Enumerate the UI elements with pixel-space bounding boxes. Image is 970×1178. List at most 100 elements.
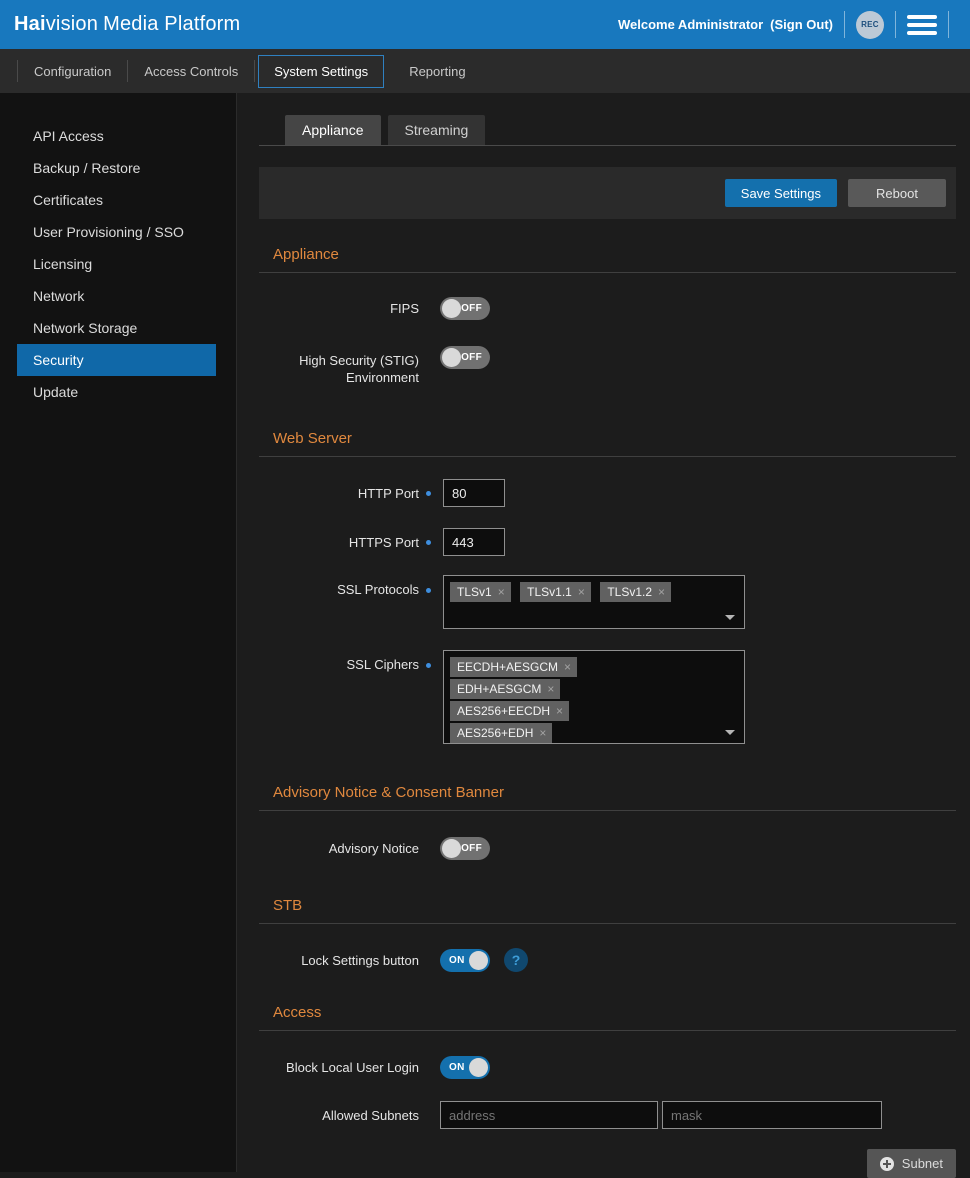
app-header: HaivisionMedia Platform Welcome Administ… xyxy=(0,0,970,49)
sign-out-link[interactable]: (Sign Out) xyxy=(770,17,833,32)
ssl-ciphers-select[interactable]: EECDH+AESGCM × EDH+AESGCM × AES256+EECDH… xyxy=(443,650,745,744)
http-port-input[interactable] xyxy=(443,479,505,507)
dropdown-caret-icon[interactable] xyxy=(725,615,735,620)
tab-streaming[interactable]: Streaming xyxy=(388,115,486,145)
logo-text-vision: vision xyxy=(46,13,98,35)
sidebar-item-network-storage[interactable]: Network Storage xyxy=(17,312,216,344)
https-port-input[interactable] xyxy=(443,528,505,556)
sidebar-item-licensing[interactable]: Licensing xyxy=(17,248,216,280)
advisory-notice-row: Advisory Notice OFF xyxy=(259,837,956,860)
remove-tag-icon[interactable]: × xyxy=(578,585,585,599)
menu-icon[interactable] xyxy=(907,13,937,37)
section-web-server: Web Server HTTP Port HTTPS Port SSL Prot… xyxy=(259,430,956,744)
remove-tag-icon[interactable]: × xyxy=(539,726,546,740)
toggle-knob xyxy=(442,348,461,367)
header-divider xyxy=(948,11,949,38)
sidebar-item-security[interactable]: Security xyxy=(17,344,216,376)
remove-tag-icon[interactable]: × xyxy=(564,660,571,674)
remove-tag-icon[interactable]: × xyxy=(556,704,563,718)
ssl-protocols-label: SSL Protocols xyxy=(259,575,419,598)
subnet-mask-input[interactable] xyxy=(662,1101,882,1129)
logo-text-hai: Hai xyxy=(14,13,46,35)
toggle-state-label: OFF xyxy=(461,303,482,314)
sidebar-item-backup-restore[interactable]: Backup / Restore xyxy=(17,152,216,184)
tab-bar: Appliance Streaming xyxy=(259,115,956,146)
fips-toggle[interactable]: OFF xyxy=(440,297,490,320)
nav-item-reporting[interactable]: Reporting xyxy=(393,55,481,88)
block-local-login-toggle[interactable]: ON xyxy=(440,1056,490,1079)
nav-item-system-settings[interactable]: System Settings xyxy=(258,55,384,88)
sidebar: API Access Backup / Restore Certificates… xyxy=(0,93,237,1172)
toggle-knob xyxy=(442,299,461,318)
sidebar-item-user-provisioning-sso[interactable]: User Provisioning / SSO xyxy=(17,216,216,248)
app-logo: HaivisionMedia Platform xyxy=(14,13,240,36)
sidebar-item-certificates[interactable]: Certificates xyxy=(17,184,216,216)
add-subnet-button-label: Subnet xyxy=(902,1156,943,1171)
nav-divider xyxy=(254,60,255,82)
welcome-text: Welcome Administrator xyxy=(618,17,763,32)
toggle-knob xyxy=(469,951,488,970)
https-port-label: HTTPS Port xyxy=(259,534,419,551)
lock-settings-toggle[interactable]: ON xyxy=(440,949,490,972)
toggle-knob xyxy=(469,1058,488,1077)
ssl-protocols-select[interactable]: TLSv1 × TLSv1.1 × TLSv1.2 × xyxy=(443,575,745,629)
toggle-state-label: OFF xyxy=(461,843,482,854)
tab-appliance[interactable]: Appliance xyxy=(285,115,381,145)
https-port-row: HTTPS Port xyxy=(259,528,956,556)
ssl-cipher-tag: AES256+EECDH × xyxy=(450,701,569,721)
ssl-protocols-row: SSL Protocols TLSv1 × TLSv1.1 × TLSv1.2 … xyxy=(259,575,956,629)
ssl-protocol-tag: TLSv1.2 × xyxy=(600,582,671,602)
advisory-notice-toggle[interactable]: OFF xyxy=(440,837,490,860)
tag-label: AES256+EDH xyxy=(457,726,533,740)
section-access: Access Block Local User Login ON Allowed… xyxy=(259,1004,956,1178)
sidebar-item-network[interactable]: Network xyxy=(17,280,216,312)
required-indicator xyxy=(426,663,431,668)
http-port-label: HTTP Port xyxy=(259,485,419,502)
save-settings-button[interactable]: Save Settings xyxy=(725,179,837,207)
remove-tag-icon[interactable]: × xyxy=(498,585,505,599)
nav-item-configuration[interactable]: Configuration xyxy=(18,55,127,88)
help-icon[interactable]: ? xyxy=(504,948,528,972)
ssl-cipher-tag: EECDH+AESGCM × xyxy=(450,657,577,677)
stig-toggle[interactable]: OFF xyxy=(440,346,490,369)
toggle-state-label: ON xyxy=(449,1062,465,1073)
reboot-button[interactable]: Reboot xyxy=(848,179,946,207)
stig-row: High Security (STIG) Environment OFF xyxy=(259,346,956,386)
block-local-login-row: Block Local User Login ON xyxy=(259,1056,956,1079)
section-title-stb: STB xyxy=(259,897,956,924)
tag-label: AES256+EECDH xyxy=(457,704,550,718)
dropdown-caret-icon[interactable] xyxy=(725,730,735,735)
ssl-ciphers-row: SSL Ciphers EECDH+AESGCM × EDH+AESGCM × … xyxy=(259,650,956,744)
http-port-row: HTTP Port xyxy=(259,479,956,507)
subnet-address-input[interactable] xyxy=(440,1101,658,1129)
subnet-button-row: Subnet xyxy=(259,1149,956,1178)
section-title-web-server: Web Server xyxy=(259,430,956,457)
block-local-login-label: Block Local User Login xyxy=(259,1059,419,1076)
toggle-knob xyxy=(442,839,461,858)
required-indicator xyxy=(426,491,431,496)
remove-tag-icon[interactable]: × xyxy=(658,585,665,599)
allowed-subnets-label: Allowed Subnets xyxy=(259,1107,419,1124)
section-title-access: Access xyxy=(259,1004,956,1031)
main-content: Appliance Streaming Save Settings Reboot… xyxy=(237,93,970,1172)
ssl-protocol-tag: TLSv1 × xyxy=(450,582,511,602)
stig-label: High Security (STIG) Environment xyxy=(259,346,419,386)
sidebar-item-api-access[interactable]: API Access xyxy=(17,120,216,152)
ssl-cipher-tag: EDH+AESGCM × xyxy=(450,679,560,699)
tag-label: TLSv1.1 xyxy=(527,585,572,599)
lock-settings-label: Lock Settings button xyxy=(259,952,419,969)
section-appliance: Appliance FIPS OFF High Security (STIG) … xyxy=(259,246,956,386)
tag-label: EECDH+AESGCM xyxy=(457,660,558,674)
fips-label: FIPS xyxy=(259,300,419,317)
required-indicator xyxy=(426,540,431,545)
rec-badge[interactable]: REC xyxy=(856,11,884,39)
lock-settings-row: Lock Settings button ON ? xyxy=(259,948,956,972)
fips-row: FIPS OFF xyxy=(259,297,956,320)
sidebar-item-update[interactable]: Update xyxy=(17,376,216,408)
remove-tag-icon[interactable]: × xyxy=(547,682,554,696)
ssl-ciphers-label: SSL Ciphers xyxy=(259,650,419,673)
allowed-subnets-row: Allowed Subnets xyxy=(259,1101,956,1129)
add-subnet-button[interactable]: Subnet xyxy=(867,1149,956,1178)
nav-item-access-controls[interactable]: Access Controls xyxy=(128,55,254,88)
section-advisory: Advisory Notice & Consent Banner Advisor… xyxy=(259,784,956,860)
